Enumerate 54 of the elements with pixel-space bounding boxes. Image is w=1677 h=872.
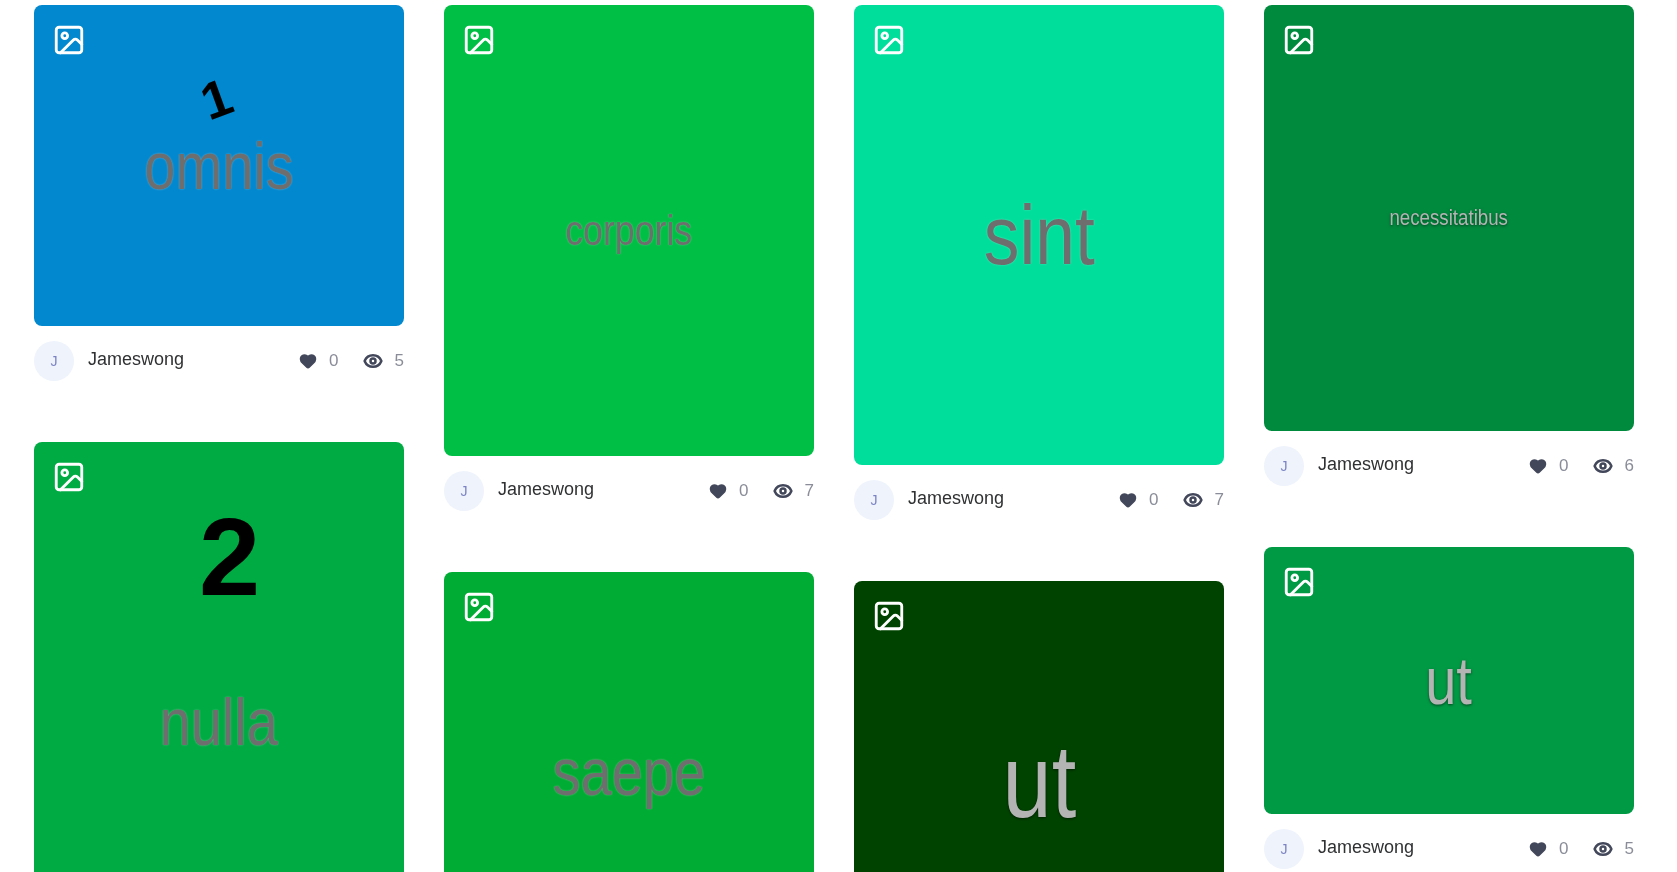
image-tile[interactable]: sint xyxy=(854,5,1224,465)
image-icon xyxy=(462,590,496,624)
author-name[interactable]: Jameswong xyxy=(1318,450,1415,478)
like-count: 0 xyxy=(1559,455,1569,478)
avatar[interactable]: J xyxy=(1264,829,1304,869)
like-count: 0 xyxy=(1149,489,1159,512)
heart-icon[interactable] xyxy=(1119,491,1138,509)
image-icon xyxy=(462,23,496,57)
like-count: 0 xyxy=(329,350,339,373)
image-caption: necessitatibus xyxy=(1389,207,1509,229)
author-name[interactable]: Jameswong xyxy=(88,345,185,373)
avatar[interactable]: J xyxy=(34,341,74,381)
avatar[interactable]: J xyxy=(1264,446,1304,486)
image-tile[interactable]: nulla 2 xyxy=(34,442,404,872)
image-caption: sint xyxy=(983,193,1095,277)
image-caption: omnis xyxy=(144,132,294,199)
handwritten-mark: 2 xyxy=(199,502,261,612)
author-name[interactable]: Jameswong xyxy=(908,484,1005,512)
handwritten-mark: 1 xyxy=(194,69,239,129)
eye-icon[interactable] xyxy=(772,481,793,501)
heart-icon[interactable] xyxy=(299,352,318,370)
image-caption: ut xyxy=(1425,647,1473,714)
eye-icon[interactable] xyxy=(362,351,383,371)
heart-icon[interactable] xyxy=(1529,840,1548,858)
image-tile[interactable]: necessitatibus xyxy=(1264,5,1634,431)
image-icon xyxy=(52,23,86,57)
view-count: 7 xyxy=(1214,489,1224,512)
image-caption: ut xyxy=(1002,729,1076,833)
image-icon xyxy=(1282,565,1316,599)
image-icon xyxy=(872,23,906,57)
heart-icon[interactable] xyxy=(709,482,728,500)
image-tile[interactable]: omnis 1 xyxy=(34,5,404,326)
eye-icon[interactable] xyxy=(1182,490,1203,510)
image-caption: corporis xyxy=(565,209,693,252)
image-icon xyxy=(52,460,86,494)
view-count: 7 xyxy=(804,480,814,503)
eye-icon[interactable] xyxy=(1592,456,1613,476)
image-icon xyxy=(872,599,906,633)
image-icon xyxy=(1282,23,1316,57)
image-caption: nulla xyxy=(159,689,279,755)
avatar[interactable]: J xyxy=(854,480,894,520)
heart-icon[interactable] xyxy=(1529,457,1548,475)
avatar[interactable]: J xyxy=(444,471,484,511)
view-count: 5 xyxy=(1624,838,1634,861)
eye-icon[interactable] xyxy=(1592,839,1613,859)
author-name[interactable]: Jameswong xyxy=(1318,833,1415,861)
image-tile[interactable]: ut xyxy=(1264,547,1634,814)
view-count: 5 xyxy=(394,350,404,373)
view-count: 6 xyxy=(1624,455,1634,478)
author-name[interactable]: Jameswong xyxy=(498,475,595,503)
like-count: 0 xyxy=(739,480,749,503)
like-count: 0 xyxy=(1559,838,1569,861)
image-tile[interactable]: ut xyxy=(854,581,1224,872)
image-tile[interactable]: corporis xyxy=(444,5,814,456)
